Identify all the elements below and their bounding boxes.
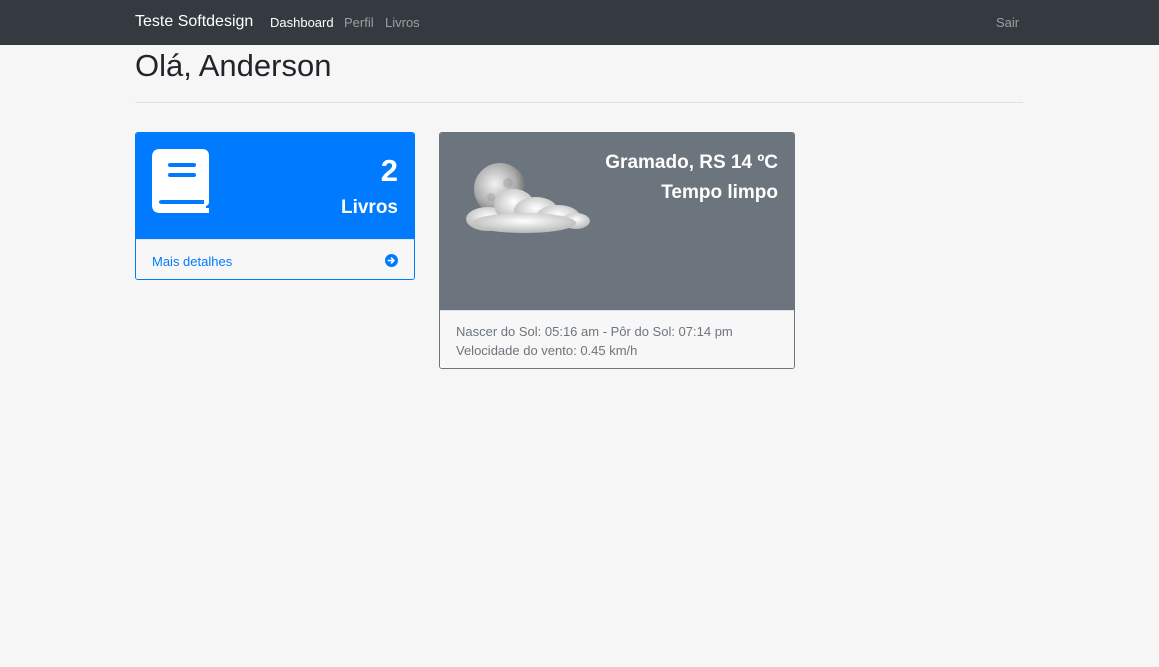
logout-link[interactable]: Sair — [996, 15, 1019, 31]
brand-link[interactable]: Teste Softdesign — [135, 12, 253, 32]
top-navbar: Teste Softdesign Dashboard Perfil Livros… — [0, 0, 1159, 45]
page-title: Olá, Anderson — [135, 48, 332, 83]
books-card: 2 Livros Mais detalhes — [135, 132, 415, 280]
arrow-circle-right-icon[interactable] — [385, 254, 398, 267]
books-card-footer[interactable]: Mais detalhes — [136, 239, 414, 279]
weather-description: Tempo limpo — [661, 182, 778, 203]
books-label: Livros — [340, 197, 398, 218]
books-count: 2 — [380, 153, 398, 188]
weather-card-footer: Nascer do Sol: 05:16 am - Pôr do Sol: 07… — [440, 310, 794, 368]
wind-speed: Velocidade do vento: 0.45 km/h — [456, 343, 638, 358]
moon-cloud-icon — [466, 163, 590, 233]
title-divider — [135, 102, 1023, 103]
sun-times: Nascer do Sol: 05:16 am - Pôr do Sol: 07… — [456, 324, 733, 339]
books-card-header: 2 Livros — [136, 133, 414, 239]
nav-dashboard[interactable]: Dashboard — [270, 15, 334, 31]
weather-card: Gramado, RS 14 ºC Tempo limpo Nascer do … — [439, 132, 795, 369]
nav-livros[interactable]: Livros — [385, 15, 420, 31]
details-link[interactable]: Mais detalhes — [152, 254, 232, 270]
book-icon — [152, 149, 209, 213]
weather-location-temp: Gramado, RS 14 ºC — [605, 152, 778, 173]
weather-card-header: Gramado, RS 14 ºC Tempo limpo — [440, 133, 794, 310]
nav-perfil[interactable]: Perfil — [344, 15, 374, 31]
